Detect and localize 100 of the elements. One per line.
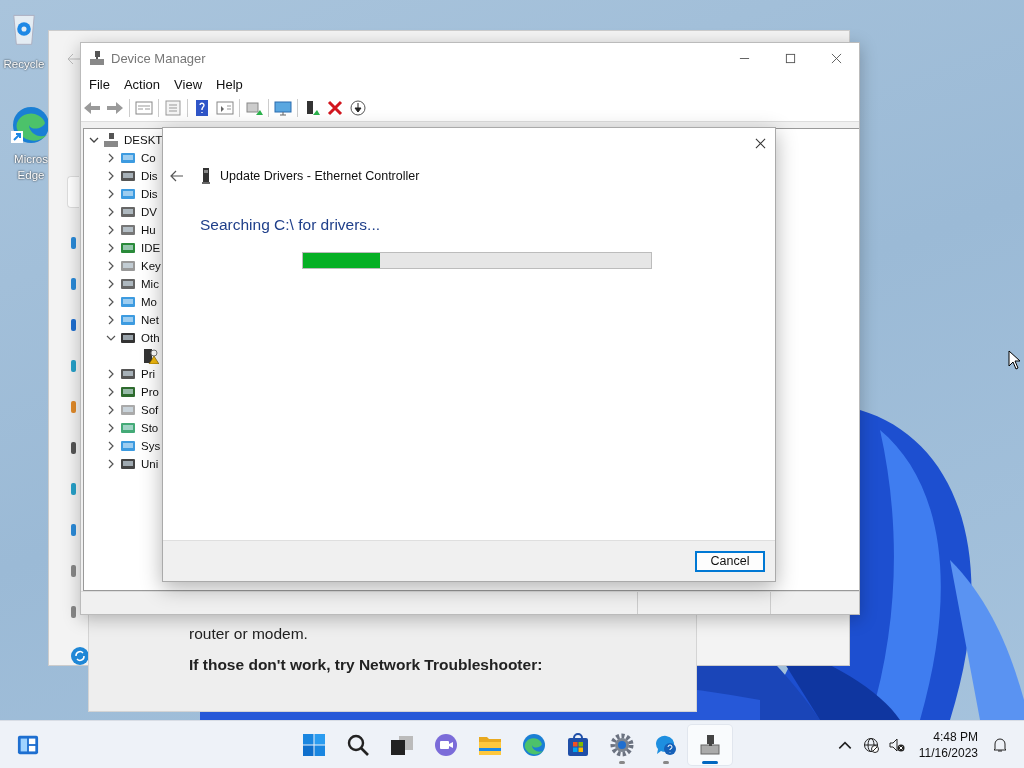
download-icon[interactable] — [349, 100, 367, 116]
tree-item[interactable]: Sof — [141, 404, 159, 416]
device-icon — [120, 168, 136, 184]
tree-item[interactable]: Pro — [141, 386, 159, 398]
search-field[interactable] — [67, 176, 79, 208]
chevron-icon[interactable] — [106, 153, 116, 163]
chat-icon — [434, 733, 458, 757]
chevron-icon[interactable] — [106, 441, 116, 451]
widgets-icon[interactable] — [16, 734, 40, 756]
tree-item[interactable]: Net — [141, 314, 159, 326]
search-icon — [346, 733, 370, 757]
device-manager-icon — [698, 733, 722, 757]
chevron-icon[interactable] — [106, 297, 116, 307]
mouse-pointer-icon — [1008, 350, 1020, 370]
chevron-icon[interactable] — [106, 423, 116, 433]
nav-icon[interactable] — [71, 319, 76, 331]
tree-item[interactable]: Uni — [141, 458, 159, 470]
edge-icon — [522, 733, 546, 757]
windows-logo-icon — [302, 733, 326, 757]
chevron-icon[interactable] — [106, 189, 116, 199]
device-icon — [120, 420, 136, 436]
tree-item[interactable]: Sto — [141, 422, 159, 434]
chevron-icon[interactable] — [106, 315, 116, 325]
tree-item[interactable]: Dis — [141, 170, 158, 182]
chevron-icon[interactable] — [106, 459, 116, 469]
chevron-icon[interactable] — [106, 279, 116, 289]
tree-item[interactable]: Co — [141, 152, 156, 164]
help-chat-icon — [654, 733, 678, 757]
network-adapter-icon — [202, 168, 210, 184]
tree-item[interactable]: DV — [141, 206, 157, 218]
chevron-icon[interactable] — [106, 405, 116, 415]
clock-date[interactable]: 11/16/2023 — [918, 745, 978, 761]
tree-item[interactable]: Key — [141, 260, 161, 272]
device-icon — [120, 456, 136, 472]
monitor-icon[interactable] — [274, 100, 292, 116]
tree-item[interactable]: Sys — [141, 440, 161, 452]
help-paragraph: router or modem. — [189, 624, 309, 644]
chevron-icon[interactable] — [106, 243, 116, 253]
help-heading: If those don't work, try Network Troubleshooter: — [189, 656, 544, 674]
device-icon — [120, 294, 136, 310]
maximize-icon[interactable] — [785, 52, 796, 64]
speaker-muted-icon[interactable] — [888, 737, 905, 753]
dialog-title: Update Drivers - Ethernet Controller — [220, 169, 420, 183]
icon-label: Edge — [17, 168, 45, 183]
device-icon — [120, 258, 136, 274]
menu-item[interactable]: Action — [123, 76, 161, 92]
tree-item[interactable]: Pri — [141, 368, 156, 380]
chevron-icon[interactable] — [106, 261, 116, 271]
running-indicator — [702, 761, 718, 764]
tree-item[interactable]: DESKT — [124, 134, 163, 146]
nav-icon[interactable] — [71, 442, 76, 454]
tree-item[interactable]: Mic — [141, 278, 159, 290]
status-message: Searching C:\ for drivers... — [200, 216, 382, 234]
computer-icon — [103, 132, 119, 148]
device-icon — [120, 402, 136, 418]
chevron-icon[interactable] — [106, 225, 116, 235]
settings-icon — [610, 733, 634, 757]
close-icon[interactable] — [755, 137, 766, 149]
chevron-icon[interactable] — [89, 135, 99, 145]
notification-icon[interactable] — [992, 737, 1008, 753]
device-icon — [120, 384, 136, 400]
window-title: Device Manager — [111, 50, 206, 66]
cancel-button[interactable]: Cancel — [695, 550, 765, 572]
tree-item[interactable]: Hu — [141, 224, 156, 236]
running-indicator — [619, 761, 625, 764]
tree-item[interactable]: Oth — [141, 332, 160, 344]
device-icon — [120, 366, 136, 382]
uninstall-icon[interactable] — [326, 100, 344, 116]
refresh-icon[interactable] — [71, 647, 89, 665]
device-icon — [120, 330, 136, 346]
device-icon — [120, 438, 136, 454]
device-icon — [120, 222, 136, 238]
menu-item[interactable]: Help — [216, 76, 243, 92]
devmgr-taskbar-button[interactable] — [688, 725, 732, 765]
help-icon[interactable] — [193, 100, 211, 116]
globe-icon[interactable] — [862, 737, 879, 753]
running-indicator — [663, 761, 669, 764]
icon-label: Micros — [14, 152, 48, 167]
chevron-icon[interactable] — [106, 207, 116, 217]
tree-item[interactable]: Dis — [141, 188, 158, 200]
unknown-device-icon[interactable] — [143, 348, 159, 364]
icon-label: Recycle — [3, 57, 45, 72]
chevron-icon[interactable] — [106, 171, 116, 181]
menu-item[interactable]: View — [174, 76, 203, 92]
scan-hardware-icon[interactable] — [245, 100, 263, 116]
computer-icon — [89, 50, 105, 66]
store-icon — [566, 733, 590, 757]
tree-item[interactable]: IDE — [141, 242, 161, 254]
chevron-icon[interactable] — [106, 387, 116, 397]
edge-icon[interactable] — [11, 105, 51, 145]
tree-item[interactable]: Mo — [141, 296, 157, 308]
close-icon[interactable] — [831, 52, 842, 64]
chevron-icon[interactable] — [106, 369, 116, 379]
menu-item[interactable]: File — [89, 76, 110, 92]
chevron-icon[interactable] — [106, 333, 116, 343]
device-icon — [120, 312, 136, 328]
clock-time[interactable]: 4:48 PM — [933, 729, 978, 745]
panel-icon[interactable] — [216, 100, 234, 116]
forward-arrow-icon[interactable] — [106, 100, 124, 116]
back-arrow-icon[interactable] — [170, 170, 184, 182]
